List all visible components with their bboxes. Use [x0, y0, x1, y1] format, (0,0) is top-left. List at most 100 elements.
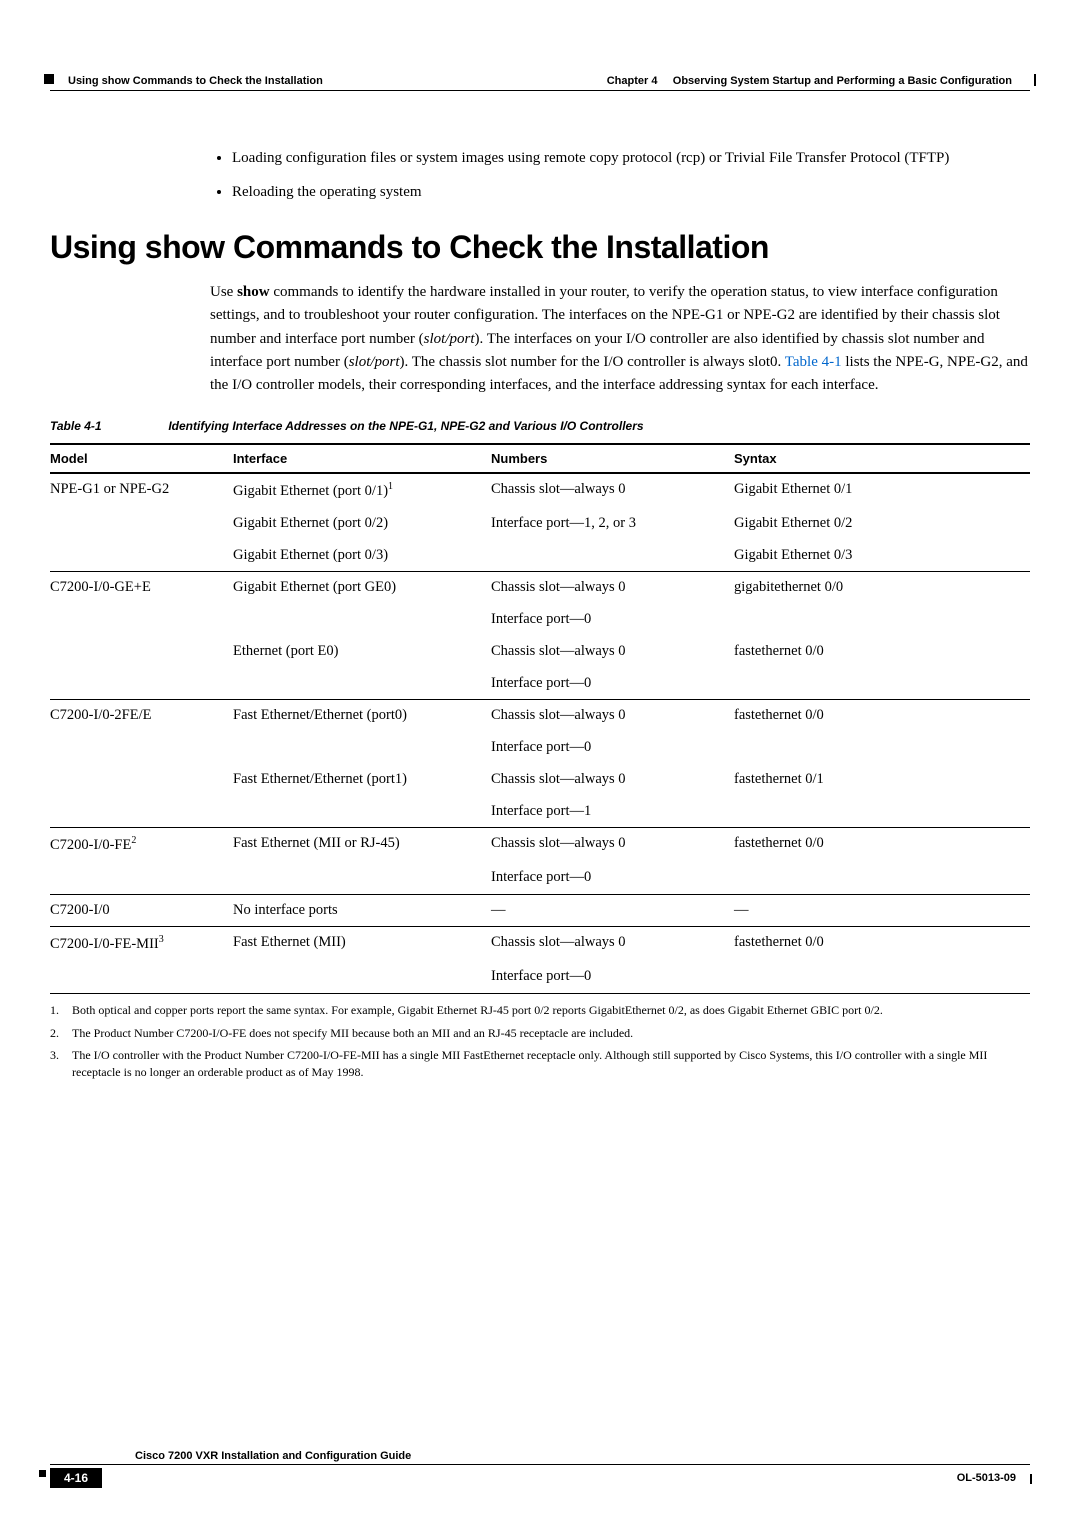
table-number: Table 4-1	[50, 419, 165, 433]
cell-syntax: gigabitethernet 0/0	[734, 572, 1030, 604]
table-row: Interface port—0	[50, 668, 1030, 700]
running-footer: Cisco 7200 VXR Installation and Configur…	[50, 1450, 1030, 1488]
cell-numbers: Interface port—1	[491, 796, 734, 828]
cell-syntax	[734, 862, 1030, 894]
cell-model: C7200-I/0-2FE/E	[50, 700, 233, 732]
cell-numbers: Interface port—0	[491, 862, 734, 894]
table-row: C7200-I/0-FE2Fast Ethernet (MII or RJ-45…	[50, 828, 1030, 862]
cell-interface	[233, 732, 491, 764]
table-row: Interface port—0	[50, 862, 1030, 894]
th-interface: Interface	[233, 444, 491, 473]
table-ref-link[interactable]: Table 4-1	[785, 354, 842, 370]
cell-numbers: Interface port—0	[491, 732, 734, 764]
footnote-num: 3.	[50, 1047, 72, 1081]
cell-syntax: fastethernet 0/0	[734, 927, 1030, 961]
cell-model	[50, 636, 233, 668]
cell-numbers: Interface port—0	[491, 668, 734, 700]
running-header: Using show Commands to Check the Install…	[50, 75, 1030, 91]
list-item: Reloading the operating system	[232, 180, 1030, 204]
cell-interface: Gigabit Ethernet (port 0/1)1	[233, 473, 491, 508]
footnote-text: The Product Number C7200-I/O-FE does not…	[72, 1025, 633, 1042]
cell-model: C7200-I/0-FE2	[50, 828, 233, 862]
interface-address-table: Model Interface Numbers Syntax NPE-G1 or…	[50, 443, 1030, 993]
th-syntax: Syntax	[734, 444, 1030, 473]
rh-chapter-num: Chapter 4	[607, 75, 658, 87]
cell-syntax	[734, 668, 1030, 700]
cell-model	[50, 961, 233, 993]
cell-model	[50, 604, 233, 636]
cell-model	[50, 668, 233, 700]
th-model: Model	[50, 444, 233, 473]
cell-interface	[233, 796, 491, 828]
cell-interface	[233, 961, 491, 993]
cell-syntax	[734, 732, 1030, 764]
table-title: Identifying Interface Addresses on the N…	[168, 419, 643, 433]
table-caption: Table 4-1 Identifying Interface Addresse…	[50, 419, 1030, 433]
body-paragraph: Use show commands to identify the hardwa…	[210, 281, 1030, 397]
table-row: C7200-I/0No interface ports——	[50, 894, 1030, 927]
cell-model: NPE-G1 or NPE-G2	[50, 473, 233, 508]
footnote-text: The I/O controller with the Product Numb…	[72, 1047, 1030, 1081]
list-item: Loading configuration files or system im…	[232, 146, 1030, 170]
cell-syntax	[734, 796, 1030, 828]
cell-numbers: Chassis slot—always 0	[491, 764, 734, 796]
rh-chapter: Chapter 4 Observing System Startup and P…	[607, 75, 1030, 87]
footnote: 3.The I/O controller with the Product Nu…	[50, 1047, 1030, 1081]
cell-syntax: fastethernet 0/1	[734, 764, 1030, 796]
cell-numbers: Chassis slot—always 0	[491, 473, 734, 508]
cell-numbers: Chassis slot—always 0	[491, 636, 734, 668]
cell-syntax: fastethernet 0/0	[734, 636, 1030, 668]
cell-model	[50, 508, 233, 540]
cell-numbers: Interface port—0	[491, 604, 734, 636]
footnotes: 1.Both optical and copper ports report t…	[50, 1002, 1030, 1081]
table-row: Interface port—0	[50, 732, 1030, 764]
th-numbers: Numbers	[491, 444, 734, 473]
cell-numbers: Interface port—1, 2, or 3	[491, 508, 734, 540]
cell-model	[50, 862, 233, 894]
command-show: show	[237, 284, 270, 300]
footnote: 1.Both optical and copper ports report t…	[50, 1002, 1030, 1019]
bullet-list: Loading configuration files or system im…	[210, 146, 1030, 204]
table-row: Fast Ethernet/Ethernet (port1)Chassis sl…	[50, 764, 1030, 796]
table-row: Ethernet (port E0)Chassis slot—always 0f…	[50, 636, 1030, 668]
cell-syntax: Gigabit Ethernet 0/2	[734, 508, 1030, 540]
cell-model	[50, 764, 233, 796]
cell-model: C7200-I/0-FE-MII3	[50, 927, 233, 961]
table-row: Interface port—1	[50, 796, 1030, 828]
section-heading: Using show Commands to Check the Install…	[50, 229, 1030, 266]
cell-model: C7200-I/0	[50, 894, 233, 927]
cell-interface: Fast Ethernet (MII or RJ-45)	[233, 828, 491, 862]
cell-interface: Ethernet (port E0)	[233, 636, 491, 668]
cell-interface: Gigabit Ethernet (port GE0)	[233, 572, 491, 604]
cell-numbers: Chassis slot—always 0	[491, 828, 734, 862]
table-row: C7200-I/0-FE-MII3Fast Ethernet (MII)Chas…	[50, 927, 1030, 961]
cell-model	[50, 540, 233, 572]
cell-syntax: Gigabit Ethernet 0/1	[734, 473, 1030, 508]
cell-numbers: Chassis slot—always 0	[491, 572, 734, 604]
rh-section: Using show Commands to Check the Install…	[50, 75, 323, 87]
rh-chapter-title: Observing System Startup and Performing …	[673, 75, 1012, 87]
cell-model	[50, 796, 233, 828]
doc-number: OL-5013-09	[957, 1472, 1030, 1484]
cell-numbers: Chassis slot—always 0	[491, 700, 734, 732]
cell-interface: Fast Ethernet/Ethernet (port1)	[233, 764, 491, 796]
table-row: Interface port—0	[50, 604, 1030, 636]
table-row: C7200-I/0-2FE/EFast Ethernet/Ethernet (p…	[50, 700, 1030, 732]
cell-syntax	[734, 961, 1030, 993]
table-row: C7200-I/0-GE+EGigabit Ethernet (port GE0…	[50, 572, 1030, 604]
cell-numbers: Chassis slot—always 0	[491, 927, 734, 961]
cell-model	[50, 732, 233, 764]
cell-interface	[233, 862, 491, 894]
table-row: Gigabit Ethernet (port 0/3)Gigabit Ether…	[50, 540, 1030, 572]
cell-model: C7200-I/0-GE+E	[50, 572, 233, 604]
footnote-num: 2.	[50, 1025, 72, 1042]
table-row: Gigabit Ethernet (port 0/2)Interface por…	[50, 508, 1030, 540]
cell-numbers	[491, 540, 734, 572]
cell-interface: Gigabit Ethernet (port 0/2)	[233, 508, 491, 540]
cell-syntax: Gigabit Ethernet 0/3	[734, 540, 1030, 572]
table-row: NPE-G1 or NPE-G2Gigabit Ethernet (port 0…	[50, 473, 1030, 508]
cell-interface: Fast Ethernet/Ethernet (port0)	[233, 700, 491, 732]
cell-interface	[233, 604, 491, 636]
cell-syntax: fastethernet 0/0	[734, 700, 1030, 732]
footnote-num: 1.	[50, 1002, 72, 1019]
